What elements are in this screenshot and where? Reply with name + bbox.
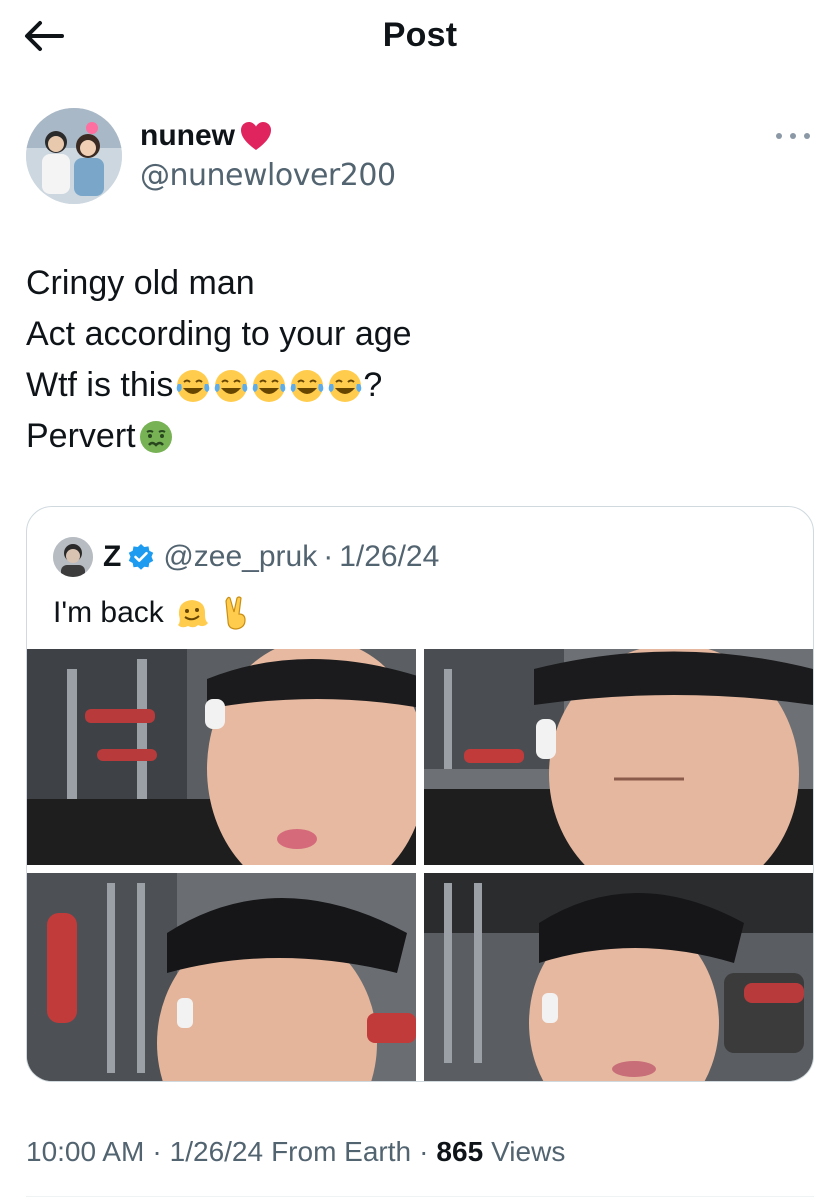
face-with-tears-of-joy-icon [215, 369, 248, 402]
separator-dot: · [152, 1136, 162, 1167]
quoted-post-date[interactable]: 1/26/24 [339, 540, 439, 574]
more-dot-icon [804, 133, 810, 139]
victory-hand-icon [225, 596, 246, 630]
quoted-photo[interactable] [424, 649, 813, 865]
top-bar: Post [0, 0, 840, 72]
avatar[interactable] [26, 108, 122, 204]
tweet-line-text: Cringy old man [26, 264, 255, 302]
tweet-line-suffix: ? [363, 366, 383, 404]
separator-dot: · [323, 540, 334, 573]
more-dot-icon [790, 133, 796, 139]
melting-face-icon [177, 600, 208, 628]
face-with-tears-of-joy-icon [177, 369, 210, 402]
views-label: Views [491, 1136, 566, 1167]
tweet-line: Cringy old man [26, 258, 412, 309]
post-date[interactable]: 1/26/24 [170, 1136, 263, 1168]
quoted-post-text: I'm back [53, 591, 254, 635]
quoted-post-header: Z @zee_pruk · 1/26/24 [53, 535, 439, 579]
quoted-photo-grid [27, 649, 813, 1081]
author-name-row: nunew [140, 116, 273, 156]
red-heart-icon [241, 122, 271, 150]
quoted-author-handle[interactable]: @zee_pruk [163, 540, 317, 574]
author-handle[interactable]: @nunewlover200 [140, 158, 396, 193]
verified-badge-icon [129, 544, 154, 570]
tweet-line-text: Act according to your age [26, 315, 412, 353]
tweet-line-text: Wtf is this [26, 366, 174, 404]
page-title: Post [382, 16, 458, 54]
separator-dot: · [419, 1136, 429, 1167]
quoted-author-avatar[interactable] [53, 537, 93, 577]
tweet-line: Act according to your age [26, 309, 412, 360]
views-count[interactable]: 865 [436, 1136, 483, 1168]
tweet-line: Wtf is this ? [26, 360, 412, 411]
face-with-tears-of-joy-icon [329, 369, 362, 402]
quoted-photo[interactable] [27, 649, 416, 865]
post-meta: 10:00 AM · 1/26/24 From Earth · 865 View… [26, 1130, 565, 1174]
post-source: From Earth [271, 1136, 412, 1167]
divider [26, 1196, 814, 1197]
tweet-text: Cringy old man Act according to your age… [26, 258, 412, 462]
quoted-post-card[interactable]: Z @zee_pruk · 1/26/24 I'm back [26, 506, 814, 1082]
tweet-line-text: Pervert [26, 417, 136, 455]
quoted-photo[interactable] [27, 873, 416, 1081]
post-time[interactable]: 10:00 AM [26, 1136, 144, 1168]
quoted-author-name[interactable]: Z [103, 540, 121, 574]
nauseated-face-icon [139, 420, 172, 453]
quoted-photo[interactable] [424, 873, 813, 1081]
face-with-tears-of-joy-icon [291, 369, 324, 402]
quoted-post-text-content: I'm back [53, 596, 164, 629]
author-display-name[interactable]: nunew [140, 119, 235, 153]
face-with-tears-of-joy-icon [253, 369, 286, 402]
more-options-button[interactable] [776, 126, 810, 146]
tweet-line: Pervert [26, 411, 412, 462]
more-dot-icon [776, 133, 782, 139]
